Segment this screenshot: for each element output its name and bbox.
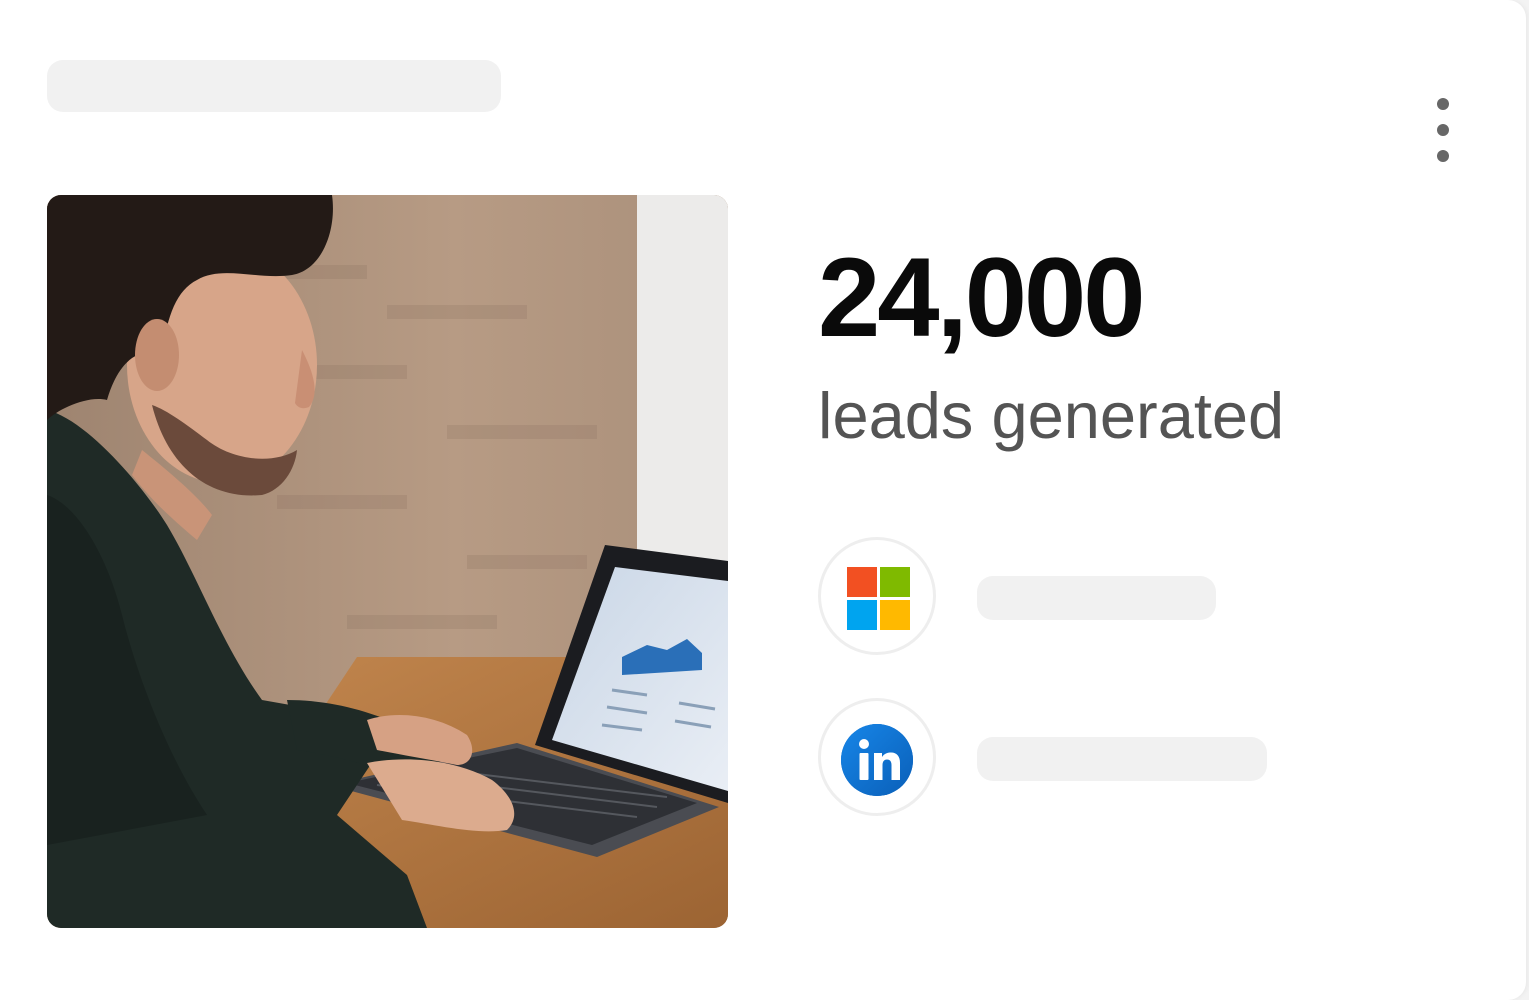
stat-card: 24,000 leads generated xyxy=(0,0,1526,1000)
linkedin-logo-icon xyxy=(841,724,913,796)
man-working-on-laptop-photo xyxy=(47,195,728,928)
more-options-button[interactable] xyxy=(1420,90,1466,170)
leads-count: 24,000 xyxy=(818,235,1146,360)
microsoft-logo-icon xyxy=(847,567,910,630)
leads-label: leads generated xyxy=(818,379,1285,452)
microsoft-source xyxy=(818,537,936,655)
title-placeholder xyxy=(47,60,501,112)
microsoft-source-label-placeholder xyxy=(977,576,1216,620)
linkedin-source xyxy=(818,698,936,816)
linkedin-source-label-placeholder xyxy=(977,737,1267,781)
